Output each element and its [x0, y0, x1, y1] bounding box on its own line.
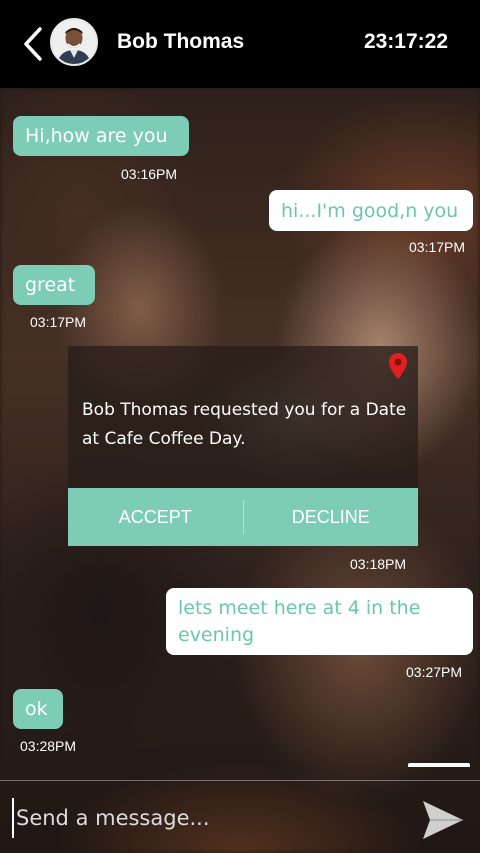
message-text: ok [25, 698, 48, 720]
decline-button[interactable]: DECLINE [244, 488, 419, 546]
date-request-time: 03:18PM [350, 556, 407, 572]
composer-divider [0, 780, 480, 781]
location-pin-icon [389, 353, 407, 379]
clock: 23:17:22 [363, 30, 448, 53]
message-composer [0, 780, 480, 853]
message-bubble-outgoing[interactable]: lets meet here at 4 in the evening [166, 588, 473, 655]
message-text: hi...I'm good,n you [281, 199, 459, 222]
avatar[interactable] [50, 18, 98, 66]
message-time: 03:17PM [30, 314, 87, 330]
person-avatar-icon [52, 20, 96, 64]
message-input[interactable] [12, 798, 402, 838]
message-time: 03:27PM [406, 664, 463, 680]
message-time: 03:16PM [121, 166, 178, 182]
date-request-card: Bob Thomas requested you for a Date at C… [68, 346, 418, 546]
message-bubble-incoming[interactable]: Hi,how are you [13, 116, 189, 156]
message-text: lets meet here at 4 in the evening [178, 596, 421, 646]
message-text: Hi,how are you [25, 125, 168, 147]
partial-message-bubble [408, 763, 470, 767]
date-request-actions: ACCEPT DECLINE [68, 488, 418, 546]
chevron-left-icon[interactable] [20, 26, 46, 62]
message-time: 03:28PM [20, 738, 77, 754]
accept-button[interactable]: ACCEPT [68, 488, 243, 546]
date-request-text: Bob Thomas requested you for a Date at C… [82, 400, 407, 449]
message-bubble-outgoing[interactable]: hi...I'm good,n you [269, 190, 473, 231]
chat-header: Bob Thomas 23:17:22 [0, 0, 480, 88]
message-bubble-incoming[interactable]: ok [13, 689, 63, 729]
message-time: 03:17PM [409, 239, 466, 255]
contact-name: Bob Thomas [117, 30, 245, 53]
send-icon[interactable] [420, 798, 466, 842]
message-text: great [25, 274, 76, 296]
message-bubble-incoming[interactable]: great [13, 265, 95, 305]
